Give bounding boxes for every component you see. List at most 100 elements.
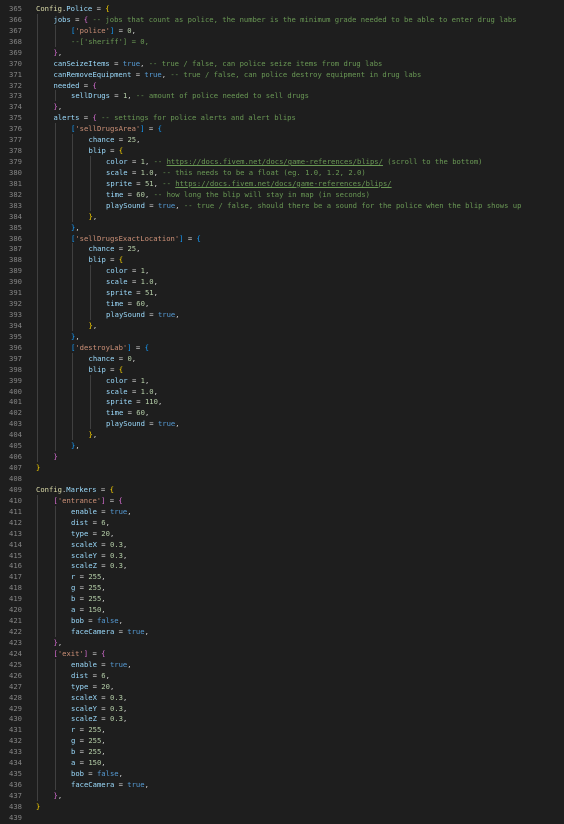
code-line[interactable]: 374},: [0, 101, 564, 112]
code-line[interactable]: 411 enable = true,: [0, 506, 564, 517]
code-line[interactable]: 405},: [0, 440, 564, 451]
code-line[interactable]: 414 scaleX = 0.3,: [0, 539, 564, 550]
code-line[interactable]: 439: [0, 812, 564, 823]
code-line[interactable]: 370 canSeizeItems = true, -- true / false…: [0, 58, 564, 69]
code-text: }: [54, 451, 58, 462]
code-text: a = 150,: [71, 604, 106, 615]
code-line[interactable]: 410 ['entrance'] = {: [0, 495, 564, 506]
code-line[interactable]: 403 playSound = true,: [0, 418, 564, 429]
code-line[interactable]: 401 sprite = 110,: [0, 396, 564, 407]
code-line[interactable]: 420 a = 150,: [0, 604, 564, 615]
code-line[interactable]: 390 scale = 1.0,: [0, 276, 564, 287]
code-text: --['sheriff'] = 0,: [71, 36, 149, 47]
code-line[interactable]: 400 scale = 1.0,: [0, 386, 564, 397]
code-line[interactable]: 417 r = 255,: [0, 571, 564, 582]
code-line[interactable]: 379 color = 1, -- https://docs.fivem.net/…: [0, 156, 564, 167]
code-line[interactable]: 404},: [0, 429, 564, 440]
code-line[interactable]: 398 blip = {: [0, 364, 564, 375]
code-text: needed = {: [54, 80, 97, 91]
code-line[interactable]: 409 Config.Markers = {: [0, 484, 564, 495]
code-token: Config: [36, 484, 62, 494]
code-line[interactable]: 378 blip = {: [0, 145, 564, 156]
code-line[interactable]: 381 sprite = 51, -- https://docs.fivem.ne…: [0, 178, 564, 189]
code-line[interactable]: 366 jobs = { -- jobs that count as police…: [0, 14, 564, 25]
code-line[interactable]: 386 ['sellDrugsExactLocation'] = {: [0, 233, 564, 244]
code-line[interactable]: 365 Config.Police = {: [0, 3, 564, 14]
code-line[interactable]: 435 bob = false,: [0, 768, 564, 779]
code-line[interactable]: 377 chance = 25,: [0, 134, 564, 145]
line-number: 437: [9, 790, 22, 800]
code-line[interactable]: 431 r = 255,: [0, 724, 564, 735]
code-line[interactable]: 367 ['police'] = 0,: [0, 25, 564, 36]
code-line[interactable]: 383 playSound = true, -- true / false, sh…: [0, 200, 564, 211]
code-token: -- true / false, can police destroy equi…: [170, 69, 422, 79]
code-editor[interactable]: 365 Config.Police = {366 jobs = { -- jobs …: [0, 0, 564, 824]
code-line[interactable]: 408: [0, 473, 564, 484]
code-token: ,: [122, 550, 128, 560]
code-line[interactable]: 395},: [0, 331, 564, 342]
code-line[interactable]: 419 b = 255,: [0, 593, 564, 604]
code-line[interactable]: 429 scaleY = 0.3,: [0, 703, 564, 714]
code-line[interactable]: 432 g = 255,: [0, 735, 564, 746]
code-line[interactable]: 424 ['exit'] = {: [0, 648, 564, 659]
code-line[interactable]: 397 chance = 0,: [0, 353, 564, 364]
code-line[interactable]: 415 scaleY = 0.3,: [0, 550, 564, 561]
code-line[interactable]: 407}: [0, 462, 564, 473]
code-line[interactable]: 391 sprite = 51,: [0, 287, 564, 298]
code-line[interactable]: 434 a = 150,: [0, 757, 564, 768]
code-line[interactable]: 371 canRemoveEquipment = true, -- true / …: [0, 69, 564, 80]
code-line[interactable]: 425 enable = true,: [0, 659, 564, 670]
code-token: =: [144, 310, 158, 320]
code-line[interactable]: 380 scale = 1.0, -- this needs to be a fl…: [0, 167, 564, 178]
code-line[interactable]: 372 needed = {: [0, 80, 564, 91]
code-line[interactable]: 436 faceCamera = true,: [0, 779, 564, 790]
code-line[interactable]: 430 scaleZ = 0.3,: [0, 713, 564, 724]
code-line[interactable]: 423},: [0, 637, 564, 648]
code-line[interactable]: 418 g = 255,: [0, 582, 564, 593]
code-line[interactable]: 438}: [0, 801, 564, 812]
code-token: scaleZ: [71, 561, 97, 571]
line-number: 389: [9, 266, 22, 276]
code-line[interactable]: 437},: [0, 790, 564, 801]
code-line[interactable]: 433 b = 255,: [0, 746, 564, 757]
code-line[interactable]: 426 dist = 6,: [0, 670, 564, 681]
code-text: bob = false,: [71, 615, 123, 626]
code-line[interactable]: 421 bob = false,: [0, 615, 564, 626]
code-line[interactable]: 382 time = 60, -- how long the blip will …: [0, 189, 564, 200]
code-line[interactable]: 396 ['destroyLab'] = {: [0, 342, 564, 353]
line-number: 397: [9, 353, 22, 363]
code-token: =: [96, 506, 110, 516]
code-line[interactable]: 376 ['sellDrugsArea'] = {: [0, 123, 564, 134]
code-line[interactable]: 387 chance = 25,: [0, 243, 564, 254]
code-line[interactable]: 388 blip = {: [0, 254, 564, 265]
code-line[interactable]: 384},: [0, 211, 564, 222]
code-line[interactable]: 393 playSound = true,: [0, 309, 564, 320]
line-number: 433: [9, 747, 22, 757]
code-line[interactable]: 427 type = 20,: [0, 681, 564, 692]
code-token: canRemoveEquipment: [53, 69, 132, 79]
code-line[interactable]: 369},: [0, 47, 564, 58]
code-line[interactable]: 416 scaleZ = 0.3,: [0, 560, 564, 571]
code-token: =: [131, 69, 145, 79]
code-token: ,: [153, 386, 158, 396]
code-token: =: [127, 386, 141, 396]
code-token: 20: [101, 681, 110, 691]
code-line[interactable]: 422 faceCamera = true,: [0, 626, 564, 637]
code-text: b = 255,: [71, 746, 106, 757]
code-line[interactable]: 412 dist = 6,: [0, 517, 564, 528]
code-line[interactable]: 392 time = 60,: [0, 298, 564, 309]
code-line[interactable]: 373 sellDrugs = 1, -- amount of police ne…: [0, 90, 564, 101]
line-number: 414: [9, 539, 22, 549]
code-line[interactable]: 394},: [0, 320, 564, 331]
code-line[interactable]: 385},: [0, 222, 564, 233]
code-line[interactable]: 375 alerts = { -- settings for police ale…: [0, 112, 564, 123]
code-line[interactable]: 389 color = 1,: [0, 265, 564, 276]
code-token: playSound: [106, 310, 145, 320]
code-token: true: [109, 659, 128, 669]
code-line[interactable]: 399 color = 1,: [0, 375, 564, 386]
code-line[interactable]: 428 scaleX = 0.3,: [0, 692, 564, 703]
code-line[interactable]: 368 --['sheriff'] = 0,: [0, 36, 564, 47]
code-line[interactable]: 406}: [0, 451, 564, 462]
code-line[interactable]: 413 type = 20,: [0, 528, 564, 539]
code-line[interactable]: 402 time = 60,: [0, 407, 564, 418]
